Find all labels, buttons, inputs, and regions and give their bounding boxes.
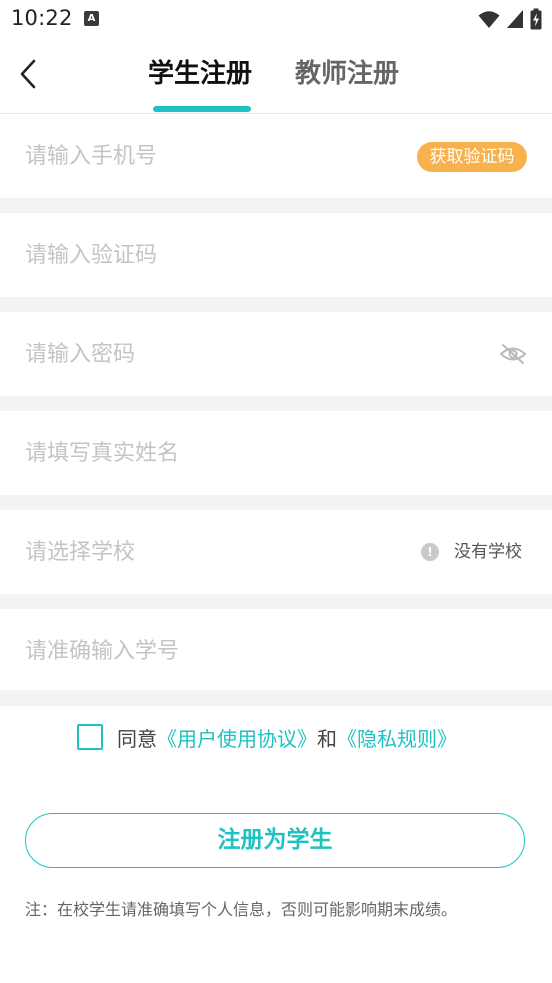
status-indicators <box>478 8 542 30</box>
code-input[interactable] <box>25 235 395 275</box>
chevron-left-icon <box>20 59 36 89</box>
real-name-input[interactable] <box>25 433 395 473</box>
info-icon: ! <box>421 543 439 561</box>
privacy-rules-link[interactable]: 《隐私规则》 <box>337 723 457 752</box>
active-tab-indicator <box>153 106 251 112</box>
field-divider <box>0 690 552 706</box>
code-row <box>0 213 552 297</box>
user-agreement-link[interactable]: 《用户使用协议》 <box>157 723 317 752</box>
no-school-button[interactable]: ! 没有学校 <box>421 539 522 565</box>
phone-input[interactable] <box>25 136 395 176</box>
school-select[interactable] <box>25 532 395 572</box>
agree-checkbox[interactable] <box>77 724 103 750</box>
password-row <box>0 312 552 396</box>
phone-row: 获取验证码 <box>0 114 552 198</box>
toggle-password-visibility-button[interactable] <box>498 339 528 369</box>
agree-conjunction: 和 <box>317 726 337 751</box>
name-row <box>0 411 552 495</box>
signal-icon <box>507 10 523 28</box>
no-school-label: 没有学校 <box>454 542 522 562</box>
student-id-row <box>0 609 552 693</box>
get-code-button[interactable]: 获取验证码 <box>417 142 527 172</box>
back-button[interactable] <box>10 52 46 96</box>
tab-student-register[interactable]: 学生注册 <box>148 56 252 92</box>
field-divider <box>0 594 552 609</box>
agree-prefix: 同意 <box>117 726 157 751</box>
nav-header: 学生注册 教师注册 <box>0 38 552 114</box>
footer-note: 注：在校学生请准确填写个人信息，否则可能影响期末成绩。 <box>25 900 458 919</box>
password-input[interactable] <box>25 334 395 374</box>
battery-charging-icon <box>530 8 542 30</box>
eye-off-icon <box>499 344 527 364</box>
status-bar: 10:22 A <box>0 0 552 38</box>
field-divider <box>0 396 552 411</box>
wifi-icon <box>478 11 500 28</box>
tab-teacher-register[interactable]: 教师注册 <box>295 56 399 92</box>
student-id-input[interactable] <box>25 631 395 671</box>
agreement-row: 同意 《用户使用协议》 和 《隐私规则》 <box>77 722 457 752</box>
school-row: ! 没有学校 <box>0 510 552 594</box>
field-divider <box>0 198 552 213</box>
register-as-student-button[interactable]: 注册为学生 <box>25 813 525 868</box>
field-divider <box>0 297 552 312</box>
status-time: 10:22 <box>11 6 73 30</box>
notification-icon: A <box>84 11 99 26</box>
field-divider <box>0 495 552 510</box>
